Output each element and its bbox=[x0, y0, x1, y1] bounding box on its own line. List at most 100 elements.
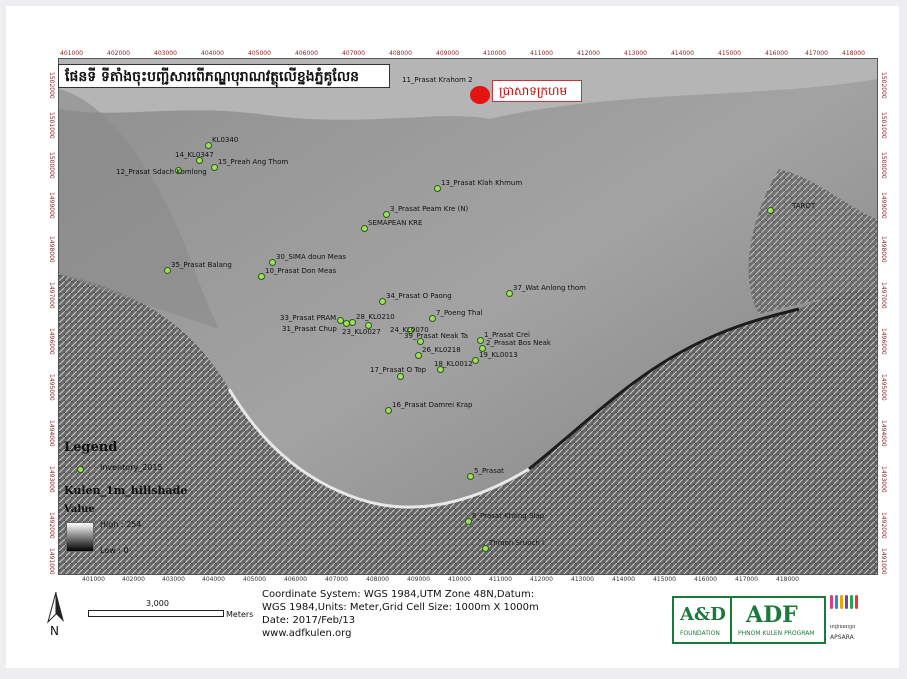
legend-site-dot bbox=[77, 466, 84, 473]
tick-bottom-17: 418000 bbox=[776, 576, 799, 583]
scale-bar-graphic bbox=[88, 610, 224, 617]
tick-bottom-4: 405000 bbox=[243, 576, 266, 583]
tick-top-14: 415000 bbox=[718, 50, 741, 57]
site-label: 23_KL0027 bbox=[342, 328, 381, 336]
site-dot bbox=[767, 207, 774, 214]
legend-value-label: Value bbox=[64, 504, 95, 515]
tick-left-5: 1497000 bbox=[48, 282, 55, 309]
callout-label: ប្រាសាទក្រហម bbox=[499, 84, 568, 98]
tick-bottom-15: 416000 bbox=[694, 576, 717, 583]
tick-top-16: 417000 bbox=[805, 50, 828, 57]
adf-foundation-logo-text: A&D bbox=[680, 604, 726, 625]
site-dot bbox=[434, 185, 441, 192]
tick-left-3: 1499000 bbox=[48, 192, 55, 219]
site-label: 37_Wat Anlong thom bbox=[513, 284, 586, 292]
site-label: 5_Prasat bbox=[474, 467, 504, 475]
site-label: 31_Prasat Chup bbox=[282, 325, 337, 333]
site-dot bbox=[343, 320, 350, 327]
site-dot bbox=[361, 225, 368, 232]
tick-bottom-0: 401000 bbox=[82, 576, 105, 583]
info-line-2: WGS 1984,Units: Meter,Grid Cell Size: 10… bbox=[262, 602, 539, 613]
site-label: TAROT bbox=[792, 202, 816, 210]
scale-unit: Meters bbox=[226, 610, 254, 619]
tick-bottom-12: 413000 bbox=[571, 576, 594, 583]
scale-value: 3,000 bbox=[146, 599, 169, 608]
tick-left-9: 1493000 bbox=[48, 466, 55, 493]
site-label: KL0340 bbox=[212, 136, 239, 144]
legend-color-ramp bbox=[66, 522, 94, 552]
adf-program-logo-text: ADF bbox=[746, 602, 798, 628]
info-line-3: Date: 2017/Feb/13 bbox=[262, 615, 356, 626]
site-dot bbox=[258, 273, 265, 280]
tick-top-6: 407000 bbox=[342, 50, 365, 57]
tick-top-10: 411000 bbox=[530, 50, 553, 57]
site-dot bbox=[164, 267, 171, 274]
site-dot bbox=[477, 337, 484, 344]
highlight-marker[interactable] bbox=[470, 86, 490, 104]
site-dot bbox=[397, 373, 404, 380]
tick-bottom-2: 403000 bbox=[162, 576, 185, 583]
north-label: N bbox=[50, 624, 59, 638]
tick-left-11: 1491000 bbox=[48, 548, 55, 575]
site-label: 1_Prasat Crei bbox=[484, 331, 530, 339]
site-dot bbox=[379, 298, 386, 305]
map-title: ផែនទី ទីតាំងចុះបញ្ជីសារពើភណ្ឌបុរាណវត្ថុល… bbox=[65, 69, 360, 85]
apsara-kh-label: អាជ្ញាធរអប្សរា bbox=[830, 624, 856, 630]
tick-left-1: 1501000 bbox=[48, 112, 55, 139]
site-label: SEMAPEAN KRE bbox=[368, 219, 423, 227]
tick-top-1: 402000 bbox=[107, 50, 130, 57]
site-label: 33_Prasat PRAM bbox=[280, 314, 337, 322]
legend-low-label: Low : 0 bbox=[100, 546, 129, 555]
site-dot bbox=[429, 315, 436, 322]
tick-right-6: 1496000 bbox=[880, 328, 887, 355]
site-label: 8_Prasat Khting Slap bbox=[472, 512, 545, 520]
site-label: 15_Preah Ang Thom bbox=[218, 158, 289, 166]
site-label: 14_KL0347 bbox=[175, 151, 214, 159]
tick-top-7: 408000 bbox=[389, 50, 412, 57]
tick-bottom-16: 417000 bbox=[735, 576, 758, 583]
tick-top-8: 409000 bbox=[436, 50, 459, 57]
site-label: 30_SIMA doun Meas bbox=[276, 253, 347, 261]
tick-top-11: 412000 bbox=[577, 50, 600, 57]
tick-left-2: 1500000 bbox=[48, 152, 55, 179]
site-label: 39_Prasat Neak Ta bbox=[404, 332, 469, 340]
site-dot bbox=[415, 352, 422, 359]
tick-bottom-6: 407000 bbox=[325, 576, 348, 583]
map-title-box: ផែនទី ទីតាំងចុះបញ្ជីសារពើភណ្ឌបុរាណវត្ថុល… bbox=[58, 64, 390, 88]
tick-bottom-5: 406000 bbox=[284, 576, 307, 583]
site-dot bbox=[472, 357, 479, 364]
tick-right-11: 1491000 bbox=[880, 548, 887, 575]
site-label: 3_Prasat Peam Kre (N) bbox=[390, 205, 469, 213]
legend-high-label: High : 254 bbox=[100, 520, 142, 529]
site-label: 12_Prasat Sdach Komlong bbox=[116, 168, 207, 176]
site-dot bbox=[482, 545, 489, 552]
adf-program-logo-subtext: PHNOM KULEN PROGRAM bbox=[738, 630, 815, 637]
tick-right-9: 1493000 bbox=[880, 466, 887, 493]
tick-top-5: 406000 bbox=[295, 50, 318, 57]
apsara-label: APSARA bbox=[830, 634, 854, 641]
tick-bottom-7: 408000 bbox=[366, 576, 389, 583]
site-label: 19_KL0013 bbox=[479, 351, 518, 359]
tick-left-8: 1494000 bbox=[48, 420, 55, 447]
info-line-4[interactable]: www.adfkulen.org bbox=[262, 627, 539, 640]
tick-bottom-11: 412000 bbox=[530, 576, 553, 583]
tick-left-0: 1502000 bbox=[48, 72, 55, 99]
site-dot bbox=[211, 164, 218, 171]
site-label: 10_Prasat Don Meas bbox=[265, 267, 337, 275]
site-dot bbox=[385, 407, 392, 414]
site-label: 11_Prasat Krahom 2 bbox=[402, 76, 473, 84]
tick-right-5: 1497000 bbox=[880, 282, 887, 309]
site-dot bbox=[383, 211, 390, 218]
apsara-logo: អាជ្ញាធរអប្សរា APSARA bbox=[826, 594, 874, 644]
site-label: 26_KL0218 bbox=[422, 346, 461, 354]
tick-right-3: 1499000 bbox=[880, 192, 887, 219]
site-label: 35_Prasat Balang bbox=[171, 261, 232, 269]
map-info: Coordinate System: WGS 1984,UTM Zone 48N… bbox=[262, 588, 539, 640]
tick-left-6: 1496000 bbox=[48, 328, 55, 355]
site-dot bbox=[205, 142, 212, 149]
tick-bottom-1: 402000 bbox=[122, 576, 145, 583]
tick-bottom-10: 411000 bbox=[489, 576, 512, 583]
site-dot bbox=[465, 518, 472, 525]
site-label: 13_Prasat Klah Khmum bbox=[441, 179, 523, 187]
tick-right-8: 1494000 bbox=[880, 420, 887, 447]
